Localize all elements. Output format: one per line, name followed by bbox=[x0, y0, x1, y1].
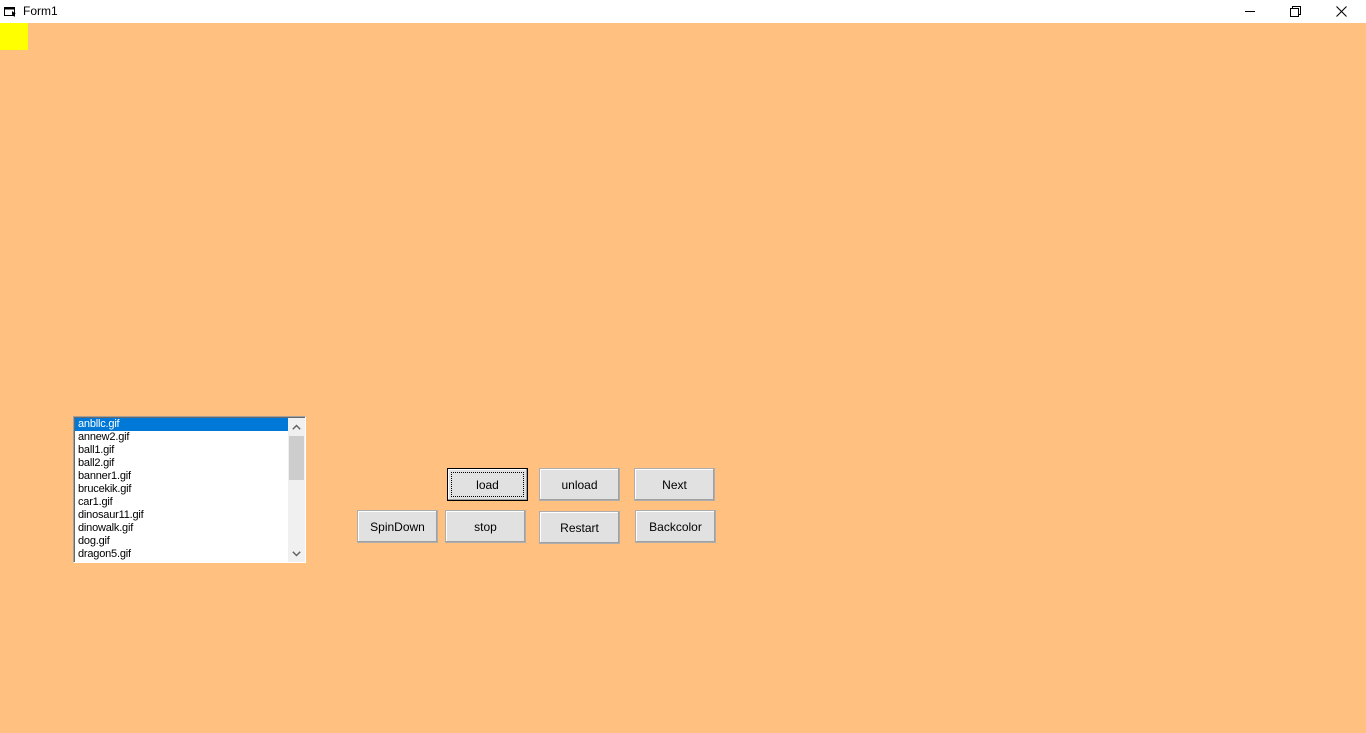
file-listbox[interactable]: anbllc.gif annew2.gif ball1.gif ball2.gi… bbox=[73, 416, 306, 563]
window-title: Form1 bbox=[23, 4, 58, 18]
list-item[interactable]: annew2.gif bbox=[75, 431, 288, 444]
list-item[interactable]: ball1.gif bbox=[75, 444, 288, 457]
title-bar[interactable]: Form1 bbox=[0, 0, 1366, 23]
chevron-down-icon bbox=[292, 550, 301, 556]
scroll-thumb[interactable] bbox=[289, 436, 304, 480]
list-item[interactable]: dinosaur11.gif bbox=[75, 509, 288, 522]
scroll-down-button[interactable] bbox=[288, 545, 305, 562]
chevron-up-icon bbox=[292, 424, 301, 430]
list-item[interactable]: car1.gif bbox=[75, 496, 288, 509]
minimize-button[interactable] bbox=[1227, 0, 1273, 22]
stop-button[interactable]: stop bbox=[445, 510, 526, 543]
yellow-indicator-box bbox=[0, 23, 28, 50]
load-button[interactable]: load bbox=[447, 468, 528, 501]
minimize-icon bbox=[1245, 11, 1255, 12]
scroll-up-button[interactable] bbox=[288, 418, 305, 435]
restore-icon bbox=[1289, 5, 1301, 17]
close-button[interactable] bbox=[1318, 0, 1364, 22]
list-item[interactable]: banner1.gif bbox=[75, 470, 288, 483]
form-client-area: anbllc.gif annew2.gif ball1.gif ball2.gi… bbox=[0, 23, 1366, 733]
next-button[interactable]: Next bbox=[634, 468, 715, 501]
file-list-items: anbllc.gif annew2.gif ball1.gif ball2.gi… bbox=[75, 418, 288, 562]
unload-button[interactable]: unload bbox=[539, 468, 620, 501]
list-item[interactable]: brucekik.gif bbox=[75, 483, 288, 496]
restore-button[interactable] bbox=[1272, 0, 1318, 22]
list-item[interactable]: anbllc.gif bbox=[75, 418, 288, 431]
list-item[interactable]: ball2.gif bbox=[75, 457, 288, 470]
listbox-scrollbar[interactable] bbox=[288, 418, 305, 562]
list-item[interactable]: dinowalk.gif bbox=[75, 522, 288, 535]
restart-button[interactable]: Restart bbox=[539, 511, 620, 544]
form1-window: Form1 anbllc.gif annew2.gif ball1.gif ba… bbox=[0, 0, 1366, 733]
list-item[interactable]: dog.gif bbox=[75, 535, 288, 548]
backcolor-button[interactable]: Backcolor bbox=[635, 510, 716, 543]
list-item[interactable]: dragon5.gif bbox=[75, 548, 288, 561]
form-icon bbox=[4, 7, 16, 17]
close-icon bbox=[1335, 5, 1347, 17]
spindown-button[interactable]: SpinDown bbox=[357, 510, 438, 543]
